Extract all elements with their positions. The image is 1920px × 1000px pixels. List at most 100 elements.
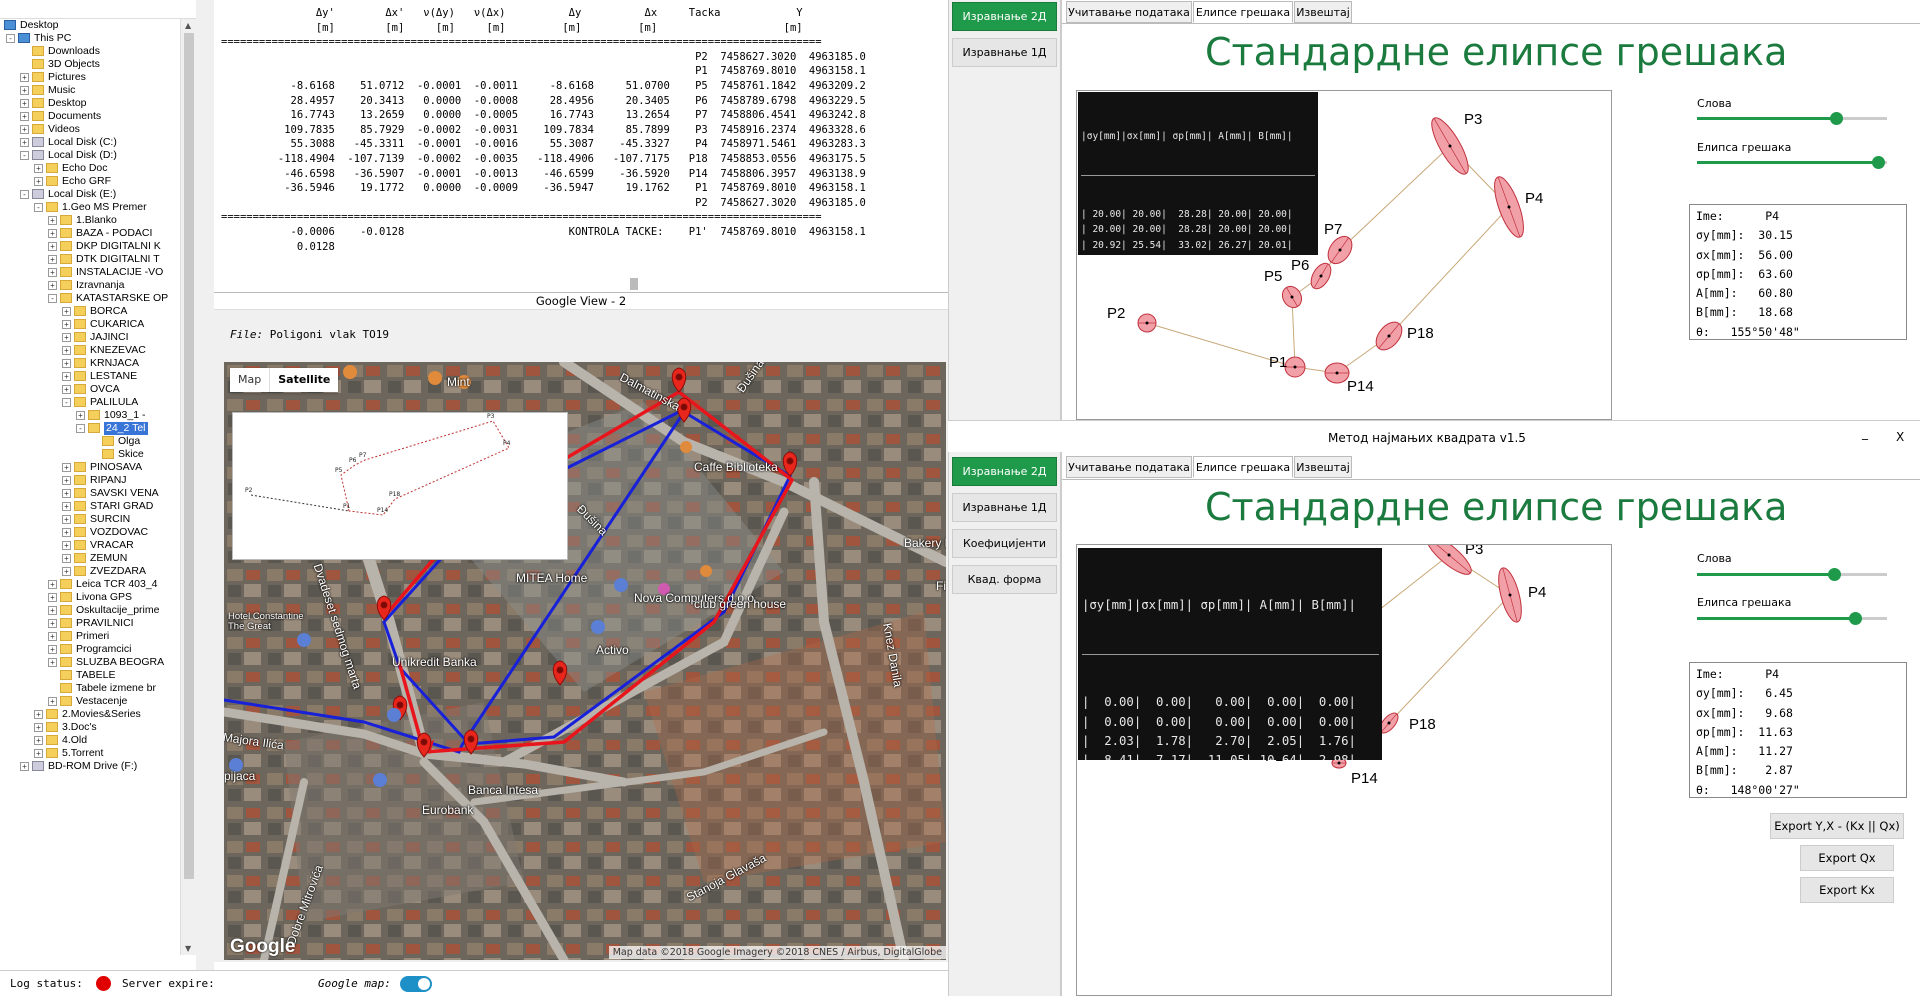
scroll-thumb[interactable]	[184, 33, 194, 879]
collapse-icon[interactable]: -	[48, 294, 57, 303]
tree-item[interactable]: +2.Movies&Series	[0, 708, 180, 721]
splitter[interactable]	[196, 0, 214, 970]
expand-icon[interactable]: +	[62, 307, 71, 316]
expand-icon[interactable]: +	[62, 346, 71, 355]
tree-item[interactable]: + VOZDOVAC	[0, 526, 180, 539]
export-button[interactable]: Export Qx	[1800, 845, 1894, 871]
tree-item[interactable]: + OVCA	[0, 383, 180, 396]
map-tab[interactable]: Map	[230, 368, 269, 392]
tree-item[interactable]: +5.Torrent	[0, 747, 180, 760]
tree-item[interactable]: + Izravnanja	[0, 279, 180, 292]
tree-item[interactable]: TABELE	[0, 669, 180, 682]
win2-slider2b[interactable]	[1697, 612, 1887, 625]
scroll-down-icon[interactable]: ▼	[185, 944, 191, 953]
expand-icon[interactable]: +	[48, 593, 57, 602]
expand-icon[interactable]: +	[48, 619, 57, 628]
expand-icon[interactable]: +	[62, 463, 71, 472]
tree-item[interactable]: + BORCA	[0, 305, 180, 318]
tree-item[interactable]: + Pictures	[0, 71, 180, 84]
collapse-icon[interactable]: -	[34, 203, 43, 212]
tree-item[interactable]: + Documents	[0, 110, 180, 123]
expand-icon[interactable]: +	[62, 541, 71, 550]
tree-item[interactable]: - 24_2 Tel	[0, 422, 180, 435]
expand-icon[interactable]: +	[48, 632, 57, 641]
folder-tree[interactable]: Desktop - This PC Downloads 3D Objects + Pictu…	[0, 19, 196, 955]
side-button[interactable]: Изравнање 1Д	[952, 38, 1057, 67]
win2-slider2[interactable]	[1697, 568, 1887, 581]
expand-icon[interactable]: +	[20, 73, 29, 82]
tree-item[interactable]: - This PC	[0, 32, 180, 45]
tree-item[interactable]: - 1.Geo MS Premer	[0, 201, 180, 214]
expand-icon[interactable]: +	[62, 385, 71, 394]
tree-item[interactable]: +4.Old	[0, 734, 180, 747]
collapse-icon[interactable]: -	[62, 398, 71, 407]
tab[interactable]: Учитавање података	[1066, 456, 1192, 478]
expand-icon[interactable]: +	[48, 229, 57, 238]
expand-icon[interactable]: +	[20, 112, 29, 121]
tree-item[interactable]: + SAVSKI VENA	[0, 487, 180, 500]
collapse-icon[interactable]: -	[76, 424, 85, 433]
tree-item[interactable]: + VRACAR	[0, 539, 180, 552]
expand-icon[interactable]: +	[20, 125, 29, 134]
tree-item[interactable]: - Local Disk (E:)	[0, 188, 180, 201]
place-label[interactable]: Banca Intesa	[468, 783, 538, 797]
place-label[interactable]: club green house	[694, 597, 786, 611]
export-button[interactable]: Export Y,X - (Kx || Qx)	[1770, 813, 1904, 839]
expand-icon[interactable]: +	[20, 138, 29, 147]
side-button[interactable]: Изравнање 1Д	[952, 493, 1057, 522]
tree-item[interactable]: + PRAVILNICI	[0, 617, 180, 630]
tree-item[interactable]: 3D Objects	[0, 58, 180, 71]
tree-item[interactable]: Tabele izmene br	[0, 682, 180, 695]
satellite-tab[interactable]: Satellite	[269, 368, 338, 392]
place-label[interactable]: Eurobank	[422, 803, 473, 817]
tree-item[interactable]: + CUKARICA	[0, 318, 180, 331]
tree-item[interactable]: + Music	[0, 84, 180, 97]
expand-icon[interactable]: +	[62, 476, 71, 485]
collapse-icon[interactable]: -	[20, 151, 29, 160]
google-map-toggle[interactable]	[400, 976, 432, 992]
place-label[interactable]: Bakery Lipa	[904, 536, 946, 550]
tree-item[interactable]: + BD-ROM Drive (F:)	[0, 760, 180, 773]
tree-item[interactable]: + Echo GRF	[0, 175, 180, 188]
expand-icon[interactable]: +	[20, 99, 29, 108]
tab[interactable]: Учитавање података	[1066, 1, 1192, 23]
expand-icon[interactable]: +	[48, 606, 57, 615]
tree-item[interactable]: + Local Disk (C:)	[0, 136, 180, 149]
expand-icon[interactable]: +	[34, 749, 43, 758]
satellite-map[interactable]: Dalmatinska Đušina Dvadeset sedmog marta Đu…	[224, 362, 946, 960]
expand-icon[interactable]: +	[62, 320, 71, 329]
tree-item[interactable]: Skice	[0, 448, 180, 461]
tree-item[interactable]: - KATASTARSKE OP	[0, 292, 180, 305]
expand-icon[interactable]: +	[62, 333, 71, 342]
tree-item[interactable]: + INSTALACIJE -VO	[0, 266, 180, 279]
tree-item[interactable]: + ZEMUN	[0, 552, 180, 565]
place-label[interactable]: pijaca	[224, 769, 255, 783]
side-button[interactable]: Изравнање 2Д	[952, 457, 1057, 486]
tree-item[interactable]: + Programcici	[0, 643, 180, 656]
report-scroll-thumb[interactable]	[630, 278, 638, 290]
expand-icon[interactable]: +	[48, 268, 57, 277]
expand-icon[interactable]: +	[20, 762, 29, 771]
tree-item[interactable]: + PINOSAVA	[0, 461, 180, 474]
collapse-icon[interactable]: -	[6, 34, 15, 43]
tree-item[interactable]: + Vestacenje	[0, 695, 180, 708]
place-label[interactable]: Caffe Biblioteka	[694, 460, 778, 474]
tree-item[interactable]: + Primeri	[0, 630, 180, 643]
collapse-icon[interactable]: -	[20, 190, 29, 199]
expand-icon[interactable]: +	[34, 164, 43, 173]
expand-icon[interactable]: +	[62, 502, 71, 511]
tree-item[interactable]: + Oskultacije_prime	[0, 604, 180, 617]
expand-icon[interactable]: +	[34, 710, 43, 719]
tree-item[interactable]: + LESTANE	[0, 370, 180, 383]
tree-item[interactable]: +1.Blanko	[0, 214, 180, 227]
tree-item[interactable]: Downloads	[0, 45, 180, 58]
expand-icon[interactable]: +	[48, 645, 57, 654]
tree-item[interactable]: +3.Doc's	[0, 721, 180, 734]
place-label[interactable]: Fisher C	[936, 579, 946, 593]
place-label[interactable]: MITEA Home	[516, 571, 587, 585]
expand-icon[interactable]: +	[62, 528, 71, 537]
expand-icon[interactable]: +	[48, 580, 57, 589]
tree-item[interactable]: + Desktop	[0, 97, 180, 110]
minimize-button[interactable]: _	[1862, 426, 1868, 440]
expand-icon[interactable]: +	[62, 489, 71, 498]
